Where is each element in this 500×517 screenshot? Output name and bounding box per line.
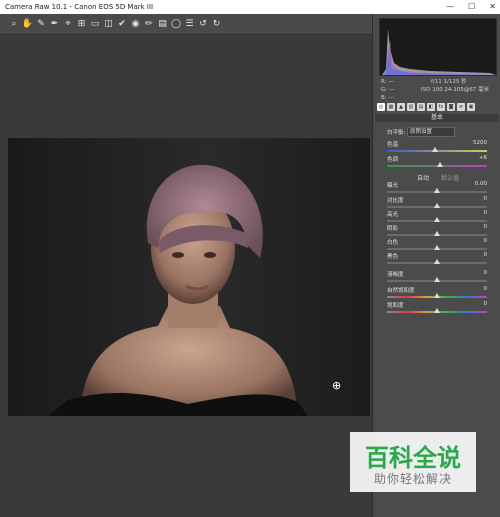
slider-thumb[interactable] [434, 277, 440, 282]
slider-track[interactable] [387, 245, 487, 250]
maximize-button[interactable]: ☐ [468, 0, 475, 14]
detail-tab-icon[interactable]: ▲ [397, 103, 405, 111]
hsl-tab-icon[interactable]: ▥ [407, 103, 415, 111]
panel-tabs: ◎ ▦ ▲ ▥ ▤ ◧ fx ◙ ≡ ▣ [377, 103, 497, 113]
slider-track[interactable] [387, 231, 487, 236]
photo-preview[interactable] [8, 138, 370, 416]
image-info: R: --- f/11 1/125 秒 G: --- ISO 100 24-105@… [381, 78, 495, 102]
slider-value[interactable]: 0 [484, 301, 488, 307]
white-balance-label: 白平衡: [387, 130, 406, 136]
slider-label: 曝光 [387, 183, 399, 189]
slider-label: 清晰度 [387, 272, 404, 278]
slider-value[interactable]: +6 [479, 155, 487, 161]
watermark: 百科全说 助你轻松解决 [350, 432, 476, 492]
slider-label: 饱和度 [387, 303, 404, 309]
adjustment-brush-icon[interactable]: ✏ [143, 18, 155, 30]
preferences-icon[interactable]: ☰ [184, 18, 196, 30]
slider-value[interactable]: 0 [484, 270, 488, 276]
slider-thumb[interactable] [434, 217, 440, 222]
section-title: 基本 [375, 114, 499, 122]
slider-value[interactable]: 0 [484, 224, 488, 230]
snapshots-tab-icon[interactable]: ▣ [467, 103, 475, 111]
exposure-info: f/11 1/125 秒 [431, 79, 467, 85]
slider-value[interactable]: 0 [484, 286, 488, 292]
auto-button[interactable]: 自动 [417, 175, 429, 182]
basic-tab-icon[interactable]: ◎ [377, 103, 385, 111]
slider-track[interactable] [387, 162, 487, 167]
auto-default-row: 自动 默认值 [417, 173, 459, 182]
zoom-tool-icon[interactable]: ⌕ [8, 18, 20, 30]
slider-label: 自然饱和度 [387, 288, 415, 294]
slider-thumb[interactable] [434, 231, 440, 236]
slider-value[interactable]: 0 [484, 252, 488, 258]
slider-track[interactable] [387, 308, 487, 313]
blue-readout: B: --- [381, 95, 395, 101]
slider-track[interactable] [387, 217, 487, 222]
color-sampler-icon[interactable]: ✒ [49, 18, 61, 30]
slider-track[interactable] [387, 259, 487, 264]
presets-tab-icon[interactable]: ≡ [457, 103, 465, 111]
slider-thumb[interactable] [434, 203, 440, 208]
slider-thumb[interactable] [434, 245, 440, 250]
white-balance-tool-icon[interactable]: ✎ [35, 18, 47, 30]
slider-thumb[interactable] [434, 259, 440, 264]
slider-thumb[interactable] [437, 162, 443, 167]
watermark-title: 百科全说 [365, 444, 461, 472]
histogram [379, 18, 497, 76]
window-controls: — ☐ ✕ [446, 0, 496, 14]
slider-value[interactable]: 5200 [473, 140, 487, 146]
crop-tool-icon[interactable]: ⊞ [76, 18, 88, 30]
effects-tab-icon[interactable]: fx [437, 103, 445, 111]
close-button[interactable]: ✕ [489, 0, 496, 14]
slider-value[interactable]: 0.00 [475, 181, 487, 187]
slider-label: 黑色 [387, 254, 399, 260]
slider-track[interactable] [387, 293, 487, 298]
lens-tab-icon[interactable]: ◧ [427, 103, 435, 111]
slider-label: 高光 [387, 212, 399, 218]
slider-track[interactable] [387, 147, 487, 152]
targeted-adjustment-icon[interactable]: ⌖ [62, 18, 74, 30]
window-title: Camera Raw 10.1 - Canon EOS 5D Mark III [5, 3, 154, 11]
rotate-ccw-icon[interactable]: ↺ [197, 18, 209, 30]
graduated-filter-icon[interactable]: ▤ [157, 18, 169, 30]
slider-value[interactable]: 0 [484, 238, 488, 244]
slider-thumb[interactable] [432, 147, 438, 152]
default-button[interactable]: 默认值 [441, 175, 459, 182]
transform-tool-icon[interactable]: ◫ [103, 18, 115, 30]
slider-label: 对比度 [387, 198, 404, 204]
hand-tool-icon[interactable]: ✋ [22, 18, 34, 30]
slider-label: 阴影 [387, 226, 399, 232]
tool-bar: ⌕ ✋ ✎ ✒ ⌖ ⊞ ▭ ◫ ✔ ◉ ✏ ▤ ◯ ☰ ↺ ↻ [0, 14, 372, 35]
minimize-button[interactable]: — [446, 0, 454, 14]
rotate-cw-icon[interactable]: ↻ [211, 18, 223, 30]
histogram-graph [382, 29, 496, 75]
slider-track[interactable] [387, 203, 487, 208]
spot-removal-icon[interactable]: ✔ [116, 18, 128, 30]
radial-filter-icon[interactable]: ◯ [170, 18, 182, 30]
green-readout: G: --- [381, 87, 395, 93]
camera-calibration-tab-icon[interactable]: ◙ [447, 103, 455, 111]
slider-thumb[interactable] [434, 293, 440, 298]
red-eye-icon[interactable]: ◉ [130, 18, 142, 30]
zoom-cursor-icon: ⊕ [332, 379, 342, 392]
slider-thumb[interactable] [434, 188, 440, 193]
white-balance-select[interactable]: 原照设置 [407, 127, 455, 137]
slider-thumb[interactable] [434, 308, 440, 313]
slider-label: 色温 [387, 142, 399, 148]
red-readout: R: --- [381, 79, 395, 85]
slider-value[interactable]: 0 [484, 210, 488, 216]
split-toning-tab-icon[interactable]: ▤ [417, 103, 425, 111]
slider-label: 白色 [387, 240, 399, 246]
slider-track[interactable] [387, 188, 487, 193]
slider-track[interactable] [387, 277, 487, 282]
slider-value[interactable]: 0 [484, 196, 488, 202]
portrait-image [8, 138, 370, 416]
watermark-subtitle: 助你轻松解决 [373, 472, 452, 486]
title-bar: Camera Raw 10.1 - Canon EOS 5D Mark III … [0, 0, 500, 14]
iso-lens-info: ISO 100 24-105@67 毫米 [421, 87, 490, 93]
slider-label: 色调 [387, 157, 399, 163]
tone-curve-tab-icon[interactable]: ▦ [387, 103, 395, 111]
straighten-tool-icon[interactable]: ▭ [89, 18, 101, 30]
